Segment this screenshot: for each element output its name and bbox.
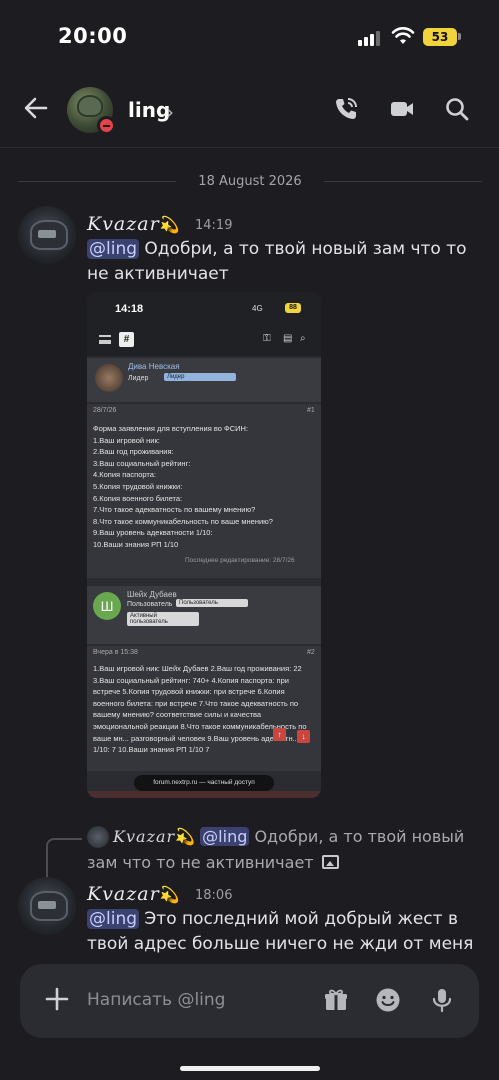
battery-tip (458, 33, 461, 40)
role-chip-2: Активный пользователь (127, 612, 199, 626)
post-1: 28/7/26 #1 Форма заявления для вступлени… (87, 404, 321, 578)
post-author: Дива Невская (128, 362, 180, 371)
post-number: #2 (307, 649, 315, 656)
message-timestamp: 14:19 (195, 218, 233, 233)
signal-icon (358, 30, 382, 46)
post-date: 28/7/26 (93, 407, 117, 414)
channel-name[interactable]: ling (128, 98, 170, 122)
forum-logo-icon: # (119, 332, 134, 347)
post-author-avatar: Ш (93, 592, 121, 620)
post-2: Вчера в 15:38 #2 1.Ваш игровой ник: Шейх… (87, 646, 321, 771)
microphone-icon[interactable] (428, 986, 456, 1014)
clipboard-icon: ▤ (283, 333, 293, 344)
message-author[interactable]: Kvazar💫 (87, 213, 181, 235)
key-icon: ⚿ (263, 333, 271, 344)
url-pill: forum.nextrp.ru — частный доступ (134, 775, 274, 791)
message-text[interactable]: @ling Это последний мой добрый жест в тв… (87, 907, 482, 957)
chevron-right-icon[interactable]: › (166, 100, 174, 124)
author-avatar[interactable] (18, 206, 76, 264)
battery-indicator: 53 (423, 28, 457, 46)
attachment-network: 4G (252, 304, 263, 313)
mention-chip[interactable]: @ling (87, 239, 140, 259)
message-timestamp: 18:06 (195, 888, 233, 903)
menu-icon (99, 335, 111, 344)
role-chip: Лидер (164, 373, 236, 381)
status-bar: 20:00 53 (0, 0, 499, 72)
role-chip: Пользователь (176, 599, 248, 607)
plus-icon[interactable] (44, 986, 70, 1012)
image-attachment[interactable]: 14:18 4G 88 # ⚿ ▤ ⌕ Дива Невская Лидер Л… (87, 292, 321, 798)
post-body: Форма заявления для вступления во ФСИН: … (93, 424, 273, 549)
attachment-time: 14:18 (115, 303, 144, 315)
post-edited: Последнее редактирование: 28/7/26 (185, 557, 295, 564)
post-role: Пользователь (127, 601, 173, 608)
emoji-icon[interactable] (374, 986, 402, 1014)
post-number: #1 (307, 407, 315, 414)
gift-icon[interactable] (322, 986, 350, 1014)
reply-connector (46, 838, 82, 878)
scroll-up-icon: ↑ (273, 728, 286, 741)
video-camera-icon[interactable] (389, 96, 415, 122)
image-icon (321, 855, 339, 869)
message-author[interactable]: Kvazar💫 (87, 883, 181, 905)
dnd-status-icon (97, 116, 116, 135)
reply-preview[interactable]: Kvazar💫 @ling Одобри, а то твой новый за… (87, 824, 487, 876)
date-divider: 18 August 2026 (18, 174, 482, 189)
post-author: Шейх Дубаев (127, 590, 177, 599)
message-text[interactable]: @ling Одобри, а то твой новый зам что то… (87, 237, 482, 287)
status-time: 20:00 (58, 24, 128, 48)
search-icon[interactable] (444, 96, 470, 122)
message-input[interactable]: Написать @ling (87, 990, 225, 1010)
post-date: Вчера в 15:38 (93, 649, 138, 656)
bottom-banner (87, 791, 321, 798)
post-body: 1.Ваш игровой ник: Шейх Дубаев 2.Ваш год… (93, 664, 307, 755)
attachment-battery: 88 (285, 303, 301, 313)
message-composer: Написать @ling (20, 964, 479, 1038)
search-icon: ⌕ (300, 333, 306, 344)
channel-header: ling › (0, 72, 499, 148)
post-2-header: Ш Шейх Дубаев Пользователь Пользователь … (87, 586, 321, 644)
wifi-icon (391, 27, 415, 44)
back-arrow-icon[interactable] (22, 94, 50, 122)
author-avatar[interactable] (18, 877, 76, 935)
scroll-down-icon: ↓ (297, 730, 310, 743)
phone-call-icon[interactable] (333, 96, 359, 122)
home-indicator (180, 1066, 320, 1071)
mention-chip[interactable]: @ling (87, 909, 140, 929)
attachment-topbar: 14:18 4G 88 # ⚿ ▤ ⌕ (87, 292, 321, 356)
post-1-header: Дива Невская Лидер Лидер (87, 358, 321, 402)
post-author-avatar (95, 364, 123, 392)
post-role: Лидер (128, 375, 149, 382)
